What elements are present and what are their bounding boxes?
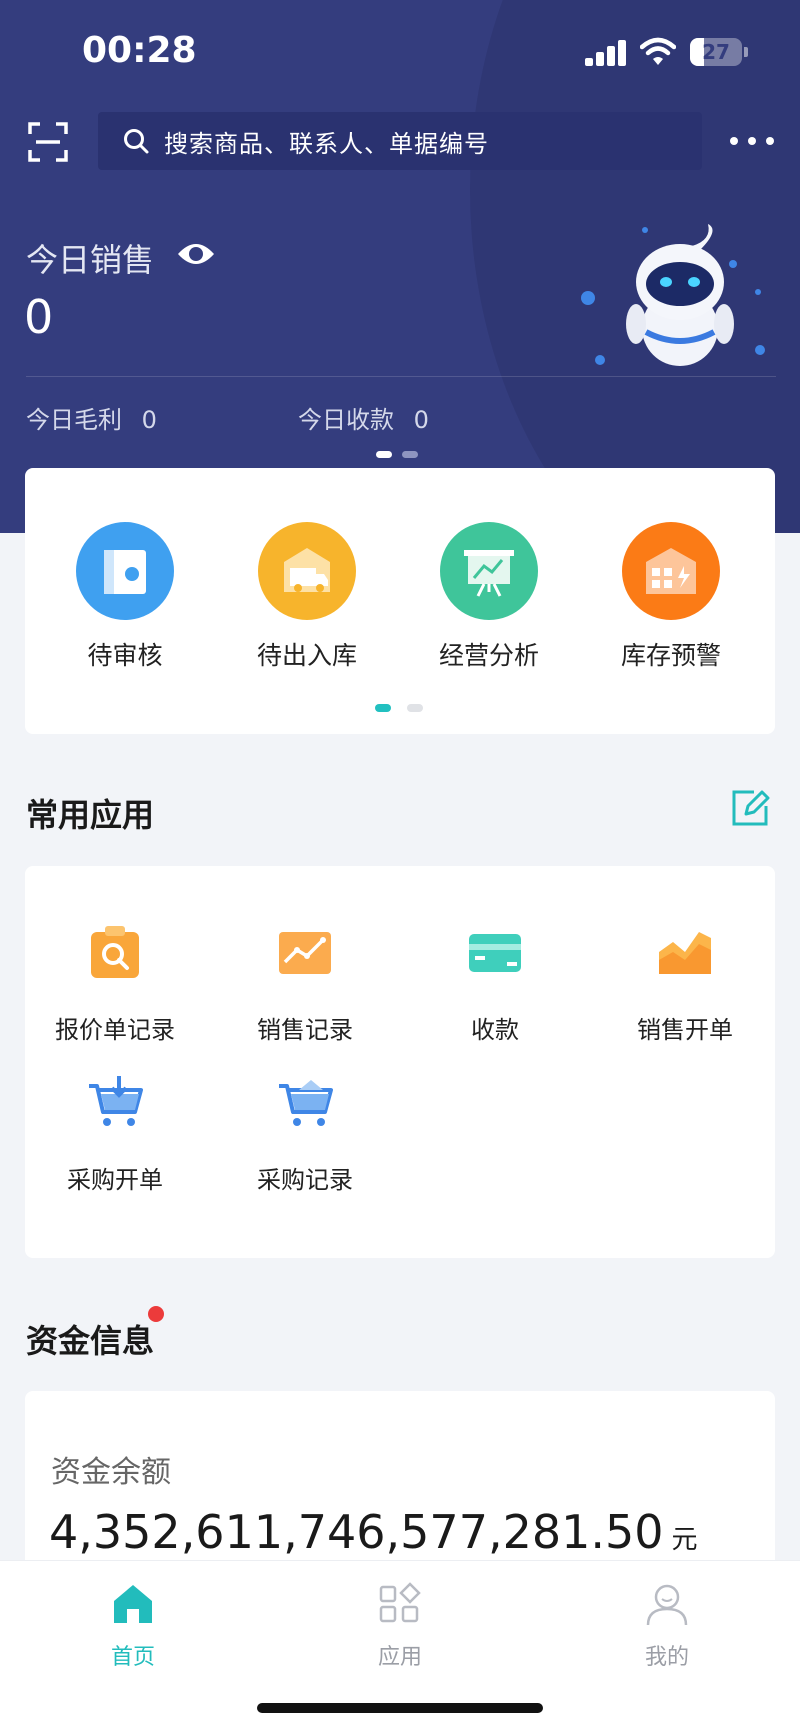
gross-profit-stat: 今日毛利 0 [26, 400, 157, 435]
gross-profit-label: 今日毛利 [26, 406, 122, 434]
app-label: 报价单记录 [55, 1016, 175, 1044]
search-bar[interactable]: 搜索商品、联系人、单据编号 [98, 112, 702, 170]
tab-mine[interactable]: 我的 [587, 1571, 747, 1671]
tab-label: 首页 [110, 1645, 155, 1670]
app-label: 销售开单 [637, 1016, 733, 1044]
app-purchase-order[interactable]: 采购开单 [25, 1072, 205, 1195]
signal-icon [585, 40, 627, 66]
pager-dot-active [376, 451, 392, 458]
more-dot [766, 137, 774, 145]
balance-label: 资金余额 [51, 1455, 171, 1490]
funds-title: 资金信息 [26, 1322, 155, 1360]
card-icon [469, 934, 521, 972]
tab-apps[interactable]: 应用 [320, 1571, 480, 1671]
cart-download-icon [89, 1076, 143, 1126]
common-apps-card: 报价单记录 销售记录 收款 销售开单 采购开单 采购记录 [25, 866, 775, 1258]
tab-home[interactable]: 首页 [53, 1571, 213, 1671]
battery-tip [744, 47, 748, 57]
hero-pager [376, 451, 418, 458]
apps-grid-icon [379, 1582, 421, 1623]
quick-action-stock-alert[interactable]: 库存预警 [591, 522, 751, 672]
pager-dot-active [375, 704, 391, 712]
home-indicator [257, 1703, 543, 1713]
app-purchase-records[interactable]: 采购记录 [215, 1072, 395, 1195]
app-label: 采购记录 [257, 1166, 353, 1194]
quick-action-pending-review[interactable]: 待审核 [45, 522, 205, 672]
book-icon [76, 522, 174, 620]
balance-value: 4,352,611,746,577,281.50 [49, 1505, 664, 1559]
today-sales-title: 今日销售 [26, 241, 155, 279]
app-label: 销售记录 [257, 1016, 353, 1044]
app-sales-records[interactable]: 销售记录 [215, 922, 395, 1045]
edit-icon[interactable] [730, 788, 770, 828]
more-dot [748, 137, 756, 145]
status-time: 00:28 [82, 30, 197, 71]
quick-action-label: 待审核 [87, 641, 163, 670]
pager-dot [407, 704, 423, 712]
quick-action-label: 待出入库 [256, 641, 357, 670]
search-icon [124, 129, 149, 154]
more-menu-button[interactable] [730, 126, 774, 156]
eye-icon[interactable] [176, 240, 216, 268]
app-label: 采购开单 [67, 1166, 163, 1194]
tab-label: 应用 [377, 1645, 422, 1670]
wifi-icon [640, 37, 676, 65]
pager-dot [402, 451, 418, 458]
quick-actions-pager [375, 704, 423, 712]
quick-action-business-analysis[interactable]: 经营分析 [409, 522, 569, 672]
cart-icon [279, 1080, 333, 1126]
search-placeholder: 搜索商品、联系人、单据编号 [164, 129, 489, 158]
app-quote-records[interactable]: 报价单记录 [25, 922, 205, 1045]
tab-label: 我的 [644, 1645, 689, 1670]
balance-unit: 元 [671, 1525, 698, 1555]
quote-search-icon [91, 926, 139, 978]
receipts-stat: 今日收款 0 [298, 400, 429, 435]
app-receipts[interactable]: 收款 [405, 922, 585, 1045]
common-apps-title: 常用应用 [26, 796, 155, 834]
notification-badge [148, 1306, 164, 1322]
user-icon [646, 1584, 688, 1626]
quick-action-label: 经营分析 [438, 641, 539, 670]
truck-icon [258, 522, 356, 620]
balance-amount: 4,352,611,746,577,281.50 元 [49, 1505, 698, 1559]
battery-level: 27 [702, 40, 730, 64]
app-sales-order[interactable]: 销售开单 [595, 922, 775, 1045]
gross-profit-value: 0 [141, 406, 157, 434]
robot-mascot-icon [581, 224, 765, 366]
sales-chart-icon [279, 932, 331, 974]
receipts-value: 0 [413, 406, 429, 434]
status-bar: 00:28 27 [0, 0, 800, 100]
quick-action-pending-warehouse[interactable]: 待出入库 [227, 522, 387, 672]
quick-actions-card: 待审核 待出入库 经营分析 库存预警 [25, 468, 775, 734]
home-icon [114, 1585, 152, 1623]
area-chart-icon [659, 932, 711, 974]
presentation-chart-icon [440, 522, 538, 620]
app-label: 收款 [471, 1016, 519, 1044]
warehouse-icon [622, 522, 720, 620]
quick-action-label: 库存预警 [620, 641, 721, 670]
receipts-label: 今日收款 [298, 406, 394, 434]
battery-icon: 27 [690, 38, 742, 66]
more-dot [730, 137, 738, 145]
today-sales-value: 0 [24, 290, 54, 344]
scan-icon[interactable] [28, 122, 68, 162]
